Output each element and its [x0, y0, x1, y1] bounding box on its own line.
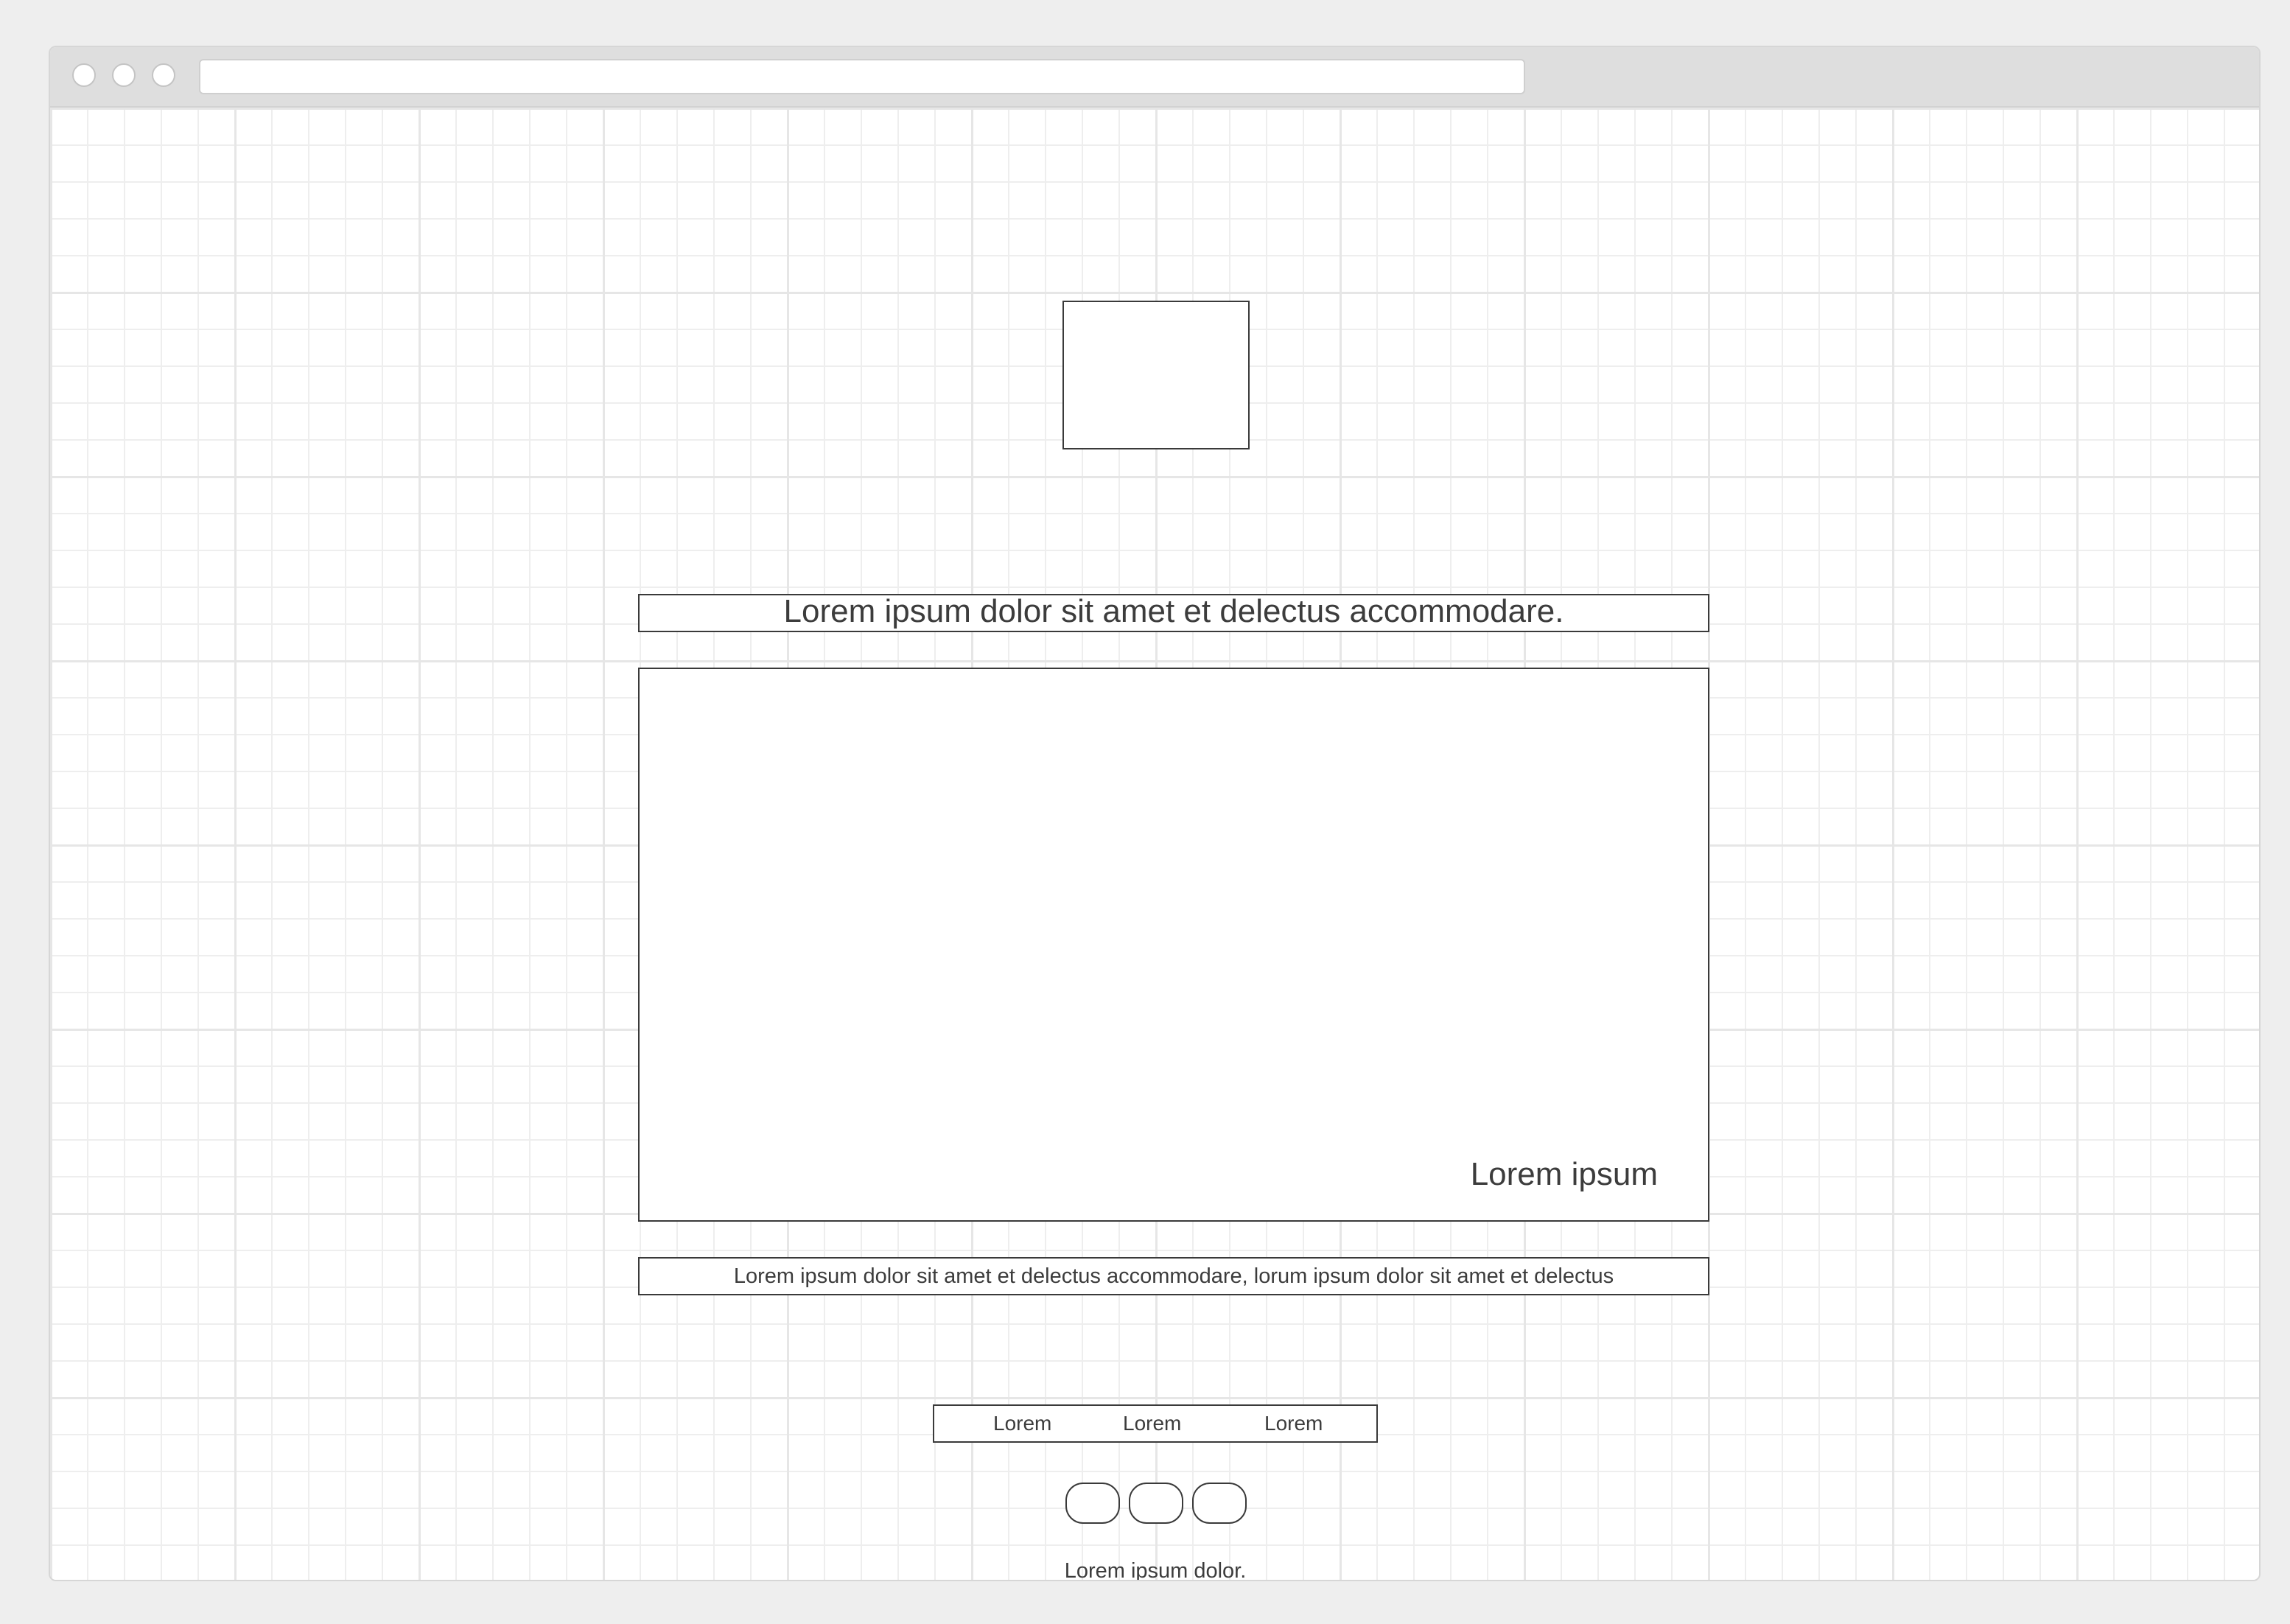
pagination-dot-2[interactable] [1129, 1483, 1183, 1524]
wireframe-canvas: Lorem ipsum dolor sit amet et delectus a… [50, 108, 2259, 1580]
footer-text: Lorem ipsum dolor. [1064, 1559, 1247, 1581]
logo-placeholder [1062, 301, 1250, 449]
pagination-dot-3[interactable] [1192, 1483, 1247, 1524]
pagination-dot-1[interactable] [1065, 1483, 1120, 1524]
nav-item-1[interactable]: Lorem [993, 1406, 1051, 1441]
hero-image-placeholder: Lorem ipsum [638, 668, 1709, 1222]
page-description: Lorem ipsum dolor sit amet et delectus a… [638, 1257, 1709, 1295]
close-icon[interactable] [72, 63, 96, 87]
nav-item-3[interactable]: Lorem [1264, 1406, 1323, 1441]
browser-window: Lorem ipsum dolor sit amet et delectus a… [49, 46, 2261, 1581]
browser-titlebar [50, 47, 2259, 108]
address-bar[interactable] [199, 59, 1525, 94]
navigation-bar: Lorem Lorem Lorem [933, 1404, 1378, 1443]
page-title: Lorem ipsum dolor sit amet et delectus a… [638, 594, 1709, 632]
minimize-icon[interactable] [112, 63, 136, 87]
nav-item-2[interactable]: Lorem [1123, 1406, 1181, 1441]
hero-caption: Lorem ipsum [1470, 1156, 1658, 1192]
maximize-icon[interactable] [152, 63, 175, 87]
